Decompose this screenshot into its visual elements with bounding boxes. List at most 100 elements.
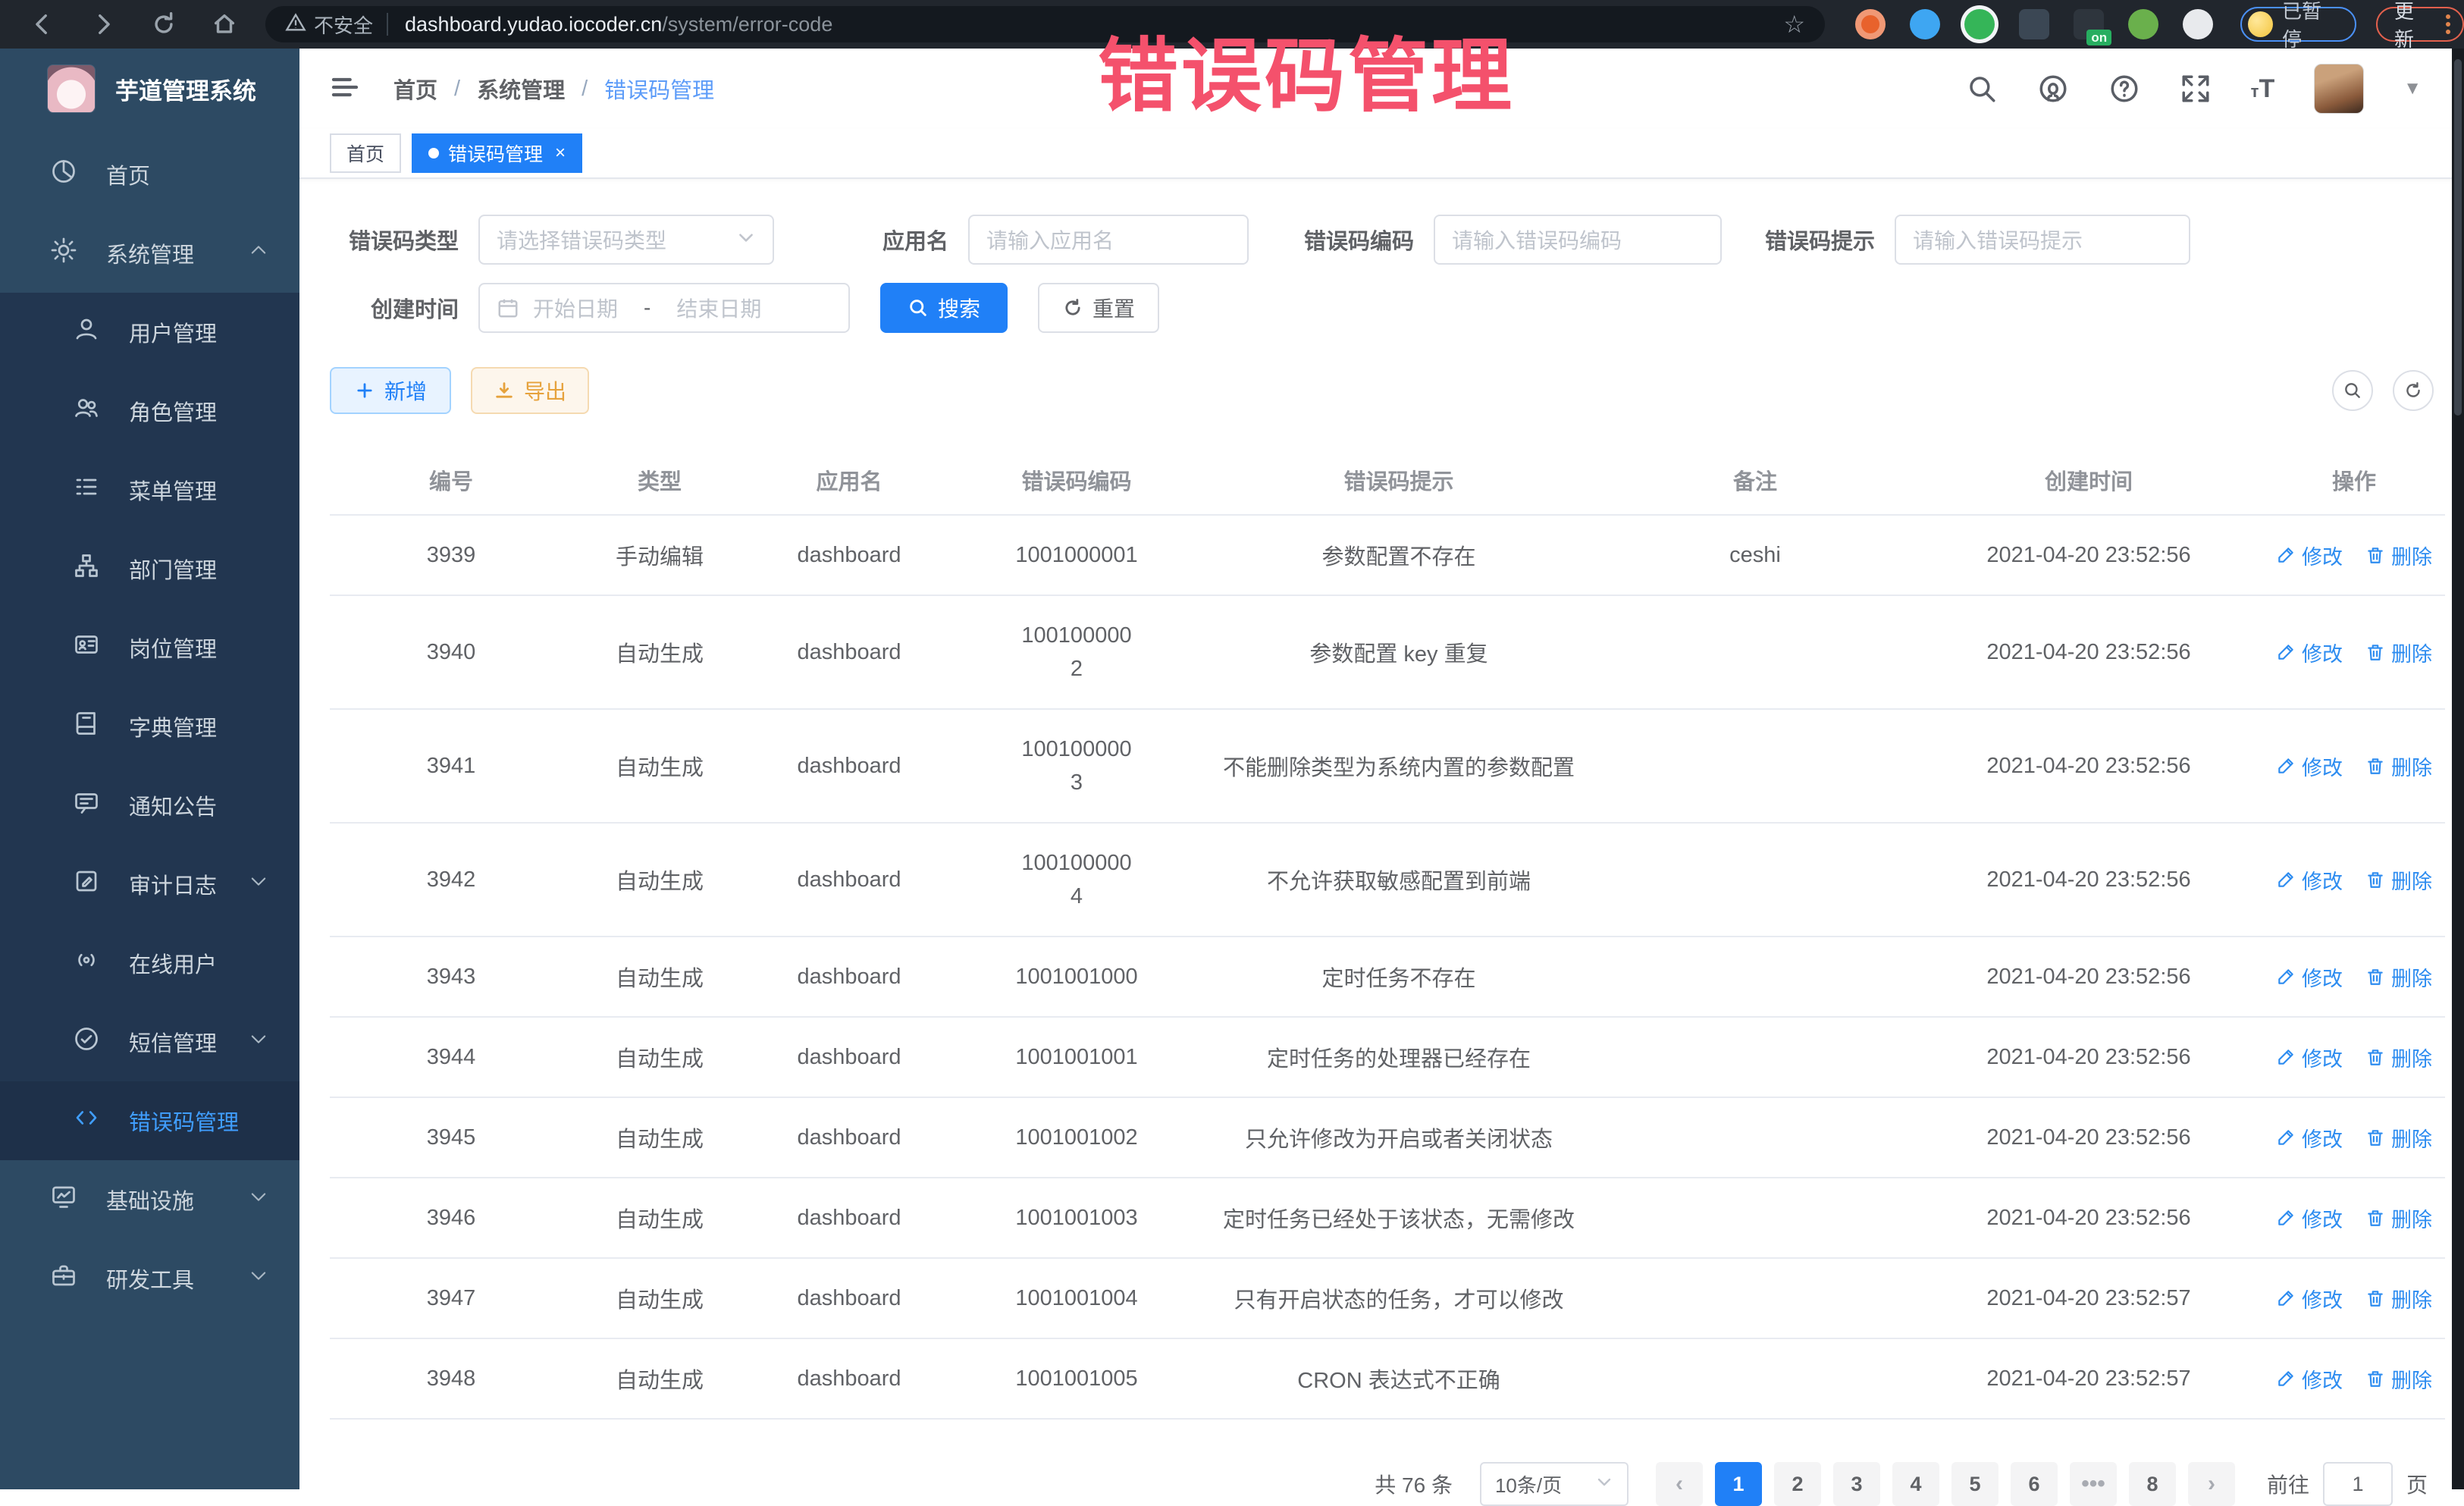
search-icon[interactable] xyxy=(1966,73,1998,105)
address-bar[interactable]: 不安全 dashboard.yudao.iocoder.cn /system/e… xyxy=(265,6,1825,42)
prev-page-button[interactable]: ‹ xyxy=(1656,1462,1703,1506)
refresh-table-button[interactable] xyxy=(2393,370,2434,411)
sidebar-item-审计日志[interactable]: 审计日志 xyxy=(0,845,299,924)
delete-link[interactable]: 删除 xyxy=(2365,1284,2432,1313)
extension-puzzle-icon[interactable] xyxy=(2183,9,2213,39)
address-divider xyxy=(387,13,388,36)
sidebar-item-岗位管理[interactable]: 岗位管理 xyxy=(0,608,299,687)
calendar-icon xyxy=(497,296,519,319)
delete-link[interactable]: 删除 xyxy=(2365,962,2432,992)
cell-tip: 定时任务不存在 xyxy=(1202,937,1596,1017)
help-icon[interactable] xyxy=(2108,73,2140,105)
error-code-input[interactable]: 请输入错误码编码 xyxy=(1434,215,1722,265)
edit-link[interactable]: 修改 xyxy=(2276,962,2343,992)
font-size-icon[interactable]: тT xyxy=(2251,74,2275,104)
search-icon xyxy=(2343,381,2362,400)
page-button-1[interactable]: 1 xyxy=(1715,1462,1762,1506)
error-type-select[interactable]: 请选择错误码类型 xyxy=(478,215,774,265)
page-size-select[interactable]: 10条/页 xyxy=(1480,1462,1629,1506)
user-avatar[interactable] xyxy=(2314,64,2364,114)
extension-person-icon[interactable] xyxy=(2128,9,2158,39)
paused-extension-pill[interactable]: 已暂停 xyxy=(2240,7,2356,42)
bookmark-star-icon[interactable]: ☆ xyxy=(1783,10,1805,39)
edit-link[interactable]: 修改 xyxy=(2276,541,2343,570)
extension-gem-icon[interactable] xyxy=(1910,9,1940,39)
browser-update-button[interactable]: 更新 xyxy=(2376,7,2464,42)
home-icon[interactable] xyxy=(211,11,238,38)
sidebar-item-研发工具[interactable]: 研发工具 xyxy=(0,1239,299,1318)
sidebar-item-短信管理[interactable]: 短信管理 xyxy=(0,1002,299,1081)
cell-type: 自动生成 xyxy=(572,1017,747,1097)
reload-icon[interactable] xyxy=(150,11,177,38)
extension-grid-icon[interactable] xyxy=(2019,9,2049,39)
next-page-button[interactable]: › xyxy=(2188,1462,2235,1506)
more-pages-button[interactable]: ••• xyxy=(2070,1462,2117,1506)
back-icon[interactable] xyxy=(29,11,56,38)
delete-link[interactable]: 删除 xyxy=(2365,751,2432,781)
goto-page-input[interactable] xyxy=(2323,1462,2393,1506)
cell-tip: 不允许获取敏感配置到前端 xyxy=(1202,823,1596,937)
delete-link[interactable]: 删除 xyxy=(2365,638,2432,667)
sidebar-item-首页[interactable]: 首页 xyxy=(0,135,299,214)
browser-menu-icon[interactable] xyxy=(2446,14,2450,34)
page-button-5[interactable]: 5 xyxy=(1951,1462,1998,1506)
filter-row-2: 创建时间 开始日期 - 结束日期 搜索 重置 xyxy=(330,282,2434,334)
page-button-4[interactable]: 4 xyxy=(1892,1462,1939,1506)
delete-link[interactable]: 删除 xyxy=(2365,541,2432,570)
search-button[interactable]: 搜索 xyxy=(880,283,1008,333)
sidebar-item-角色管理[interactable]: 角色管理 xyxy=(0,372,299,450)
page-button-3[interactable]: 3 xyxy=(1833,1462,1880,1506)
sidebar-item-label: 岗位管理 xyxy=(129,632,217,664)
breadcrumb-item[interactable]: 首页 xyxy=(393,73,437,105)
avatar-caret-icon[interactable]: ▼ xyxy=(2403,78,2422,99)
sidebar-item-用户管理[interactable]: 用户管理 xyxy=(0,293,299,372)
edit-link[interactable]: 修改 xyxy=(2276,1043,2343,1072)
page-button-2[interactable]: 2 xyxy=(1774,1462,1821,1506)
edit-link[interactable]: 修改 xyxy=(2276,865,2343,895)
reset-button[interactable]: 重置 xyxy=(1038,283,1159,333)
toggle-search-button[interactable] xyxy=(2332,370,2373,411)
table-row: 3947自动生成dashboard1001001004只有开启状态的任务，才可以… xyxy=(330,1258,2445,1338)
edit-link[interactable]: 修改 xyxy=(2276,638,2343,667)
tag-错误码管理[interactable]: 错误码管理× xyxy=(412,133,582,173)
forward-icon[interactable] xyxy=(89,11,117,38)
github-icon[interactable] xyxy=(2037,73,2069,105)
edit-link[interactable]: 修改 xyxy=(2276,751,2343,781)
sidebar-item-基础设施[interactable]: 基础设施 xyxy=(0,1160,299,1239)
sidebar-item-在线用户[interactable]: 在线用户 xyxy=(0,924,299,1002)
page-scrollbar[interactable] xyxy=(2452,49,2464,1489)
close-tag-icon[interactable]: × xyxy=(555,143,566,164)
sidebar-item-系统管理[interactable]: 系统管理 xyxy=(0,214,299,293)
date-range-picker[interactable]: 开始日期 - 结束日期 xyxy=(478,283,850,333)
edit-link[interactable]: 修改 xyxy=(2276,1364,2343,1394)
sidebar-item-通知公告[interactable]: 通知公告 xyxy=(0,766,299,845)
delete-link[interactable]: 删除 xyxy=(2365,1203,2432,1233)
sidebar-item-菜单管理[interactable]: 菜单管理 xyxy=(0,450,299,529)
delete-link[interactable]: 删除 xyxy=(2365,1364,2432,1394)
emoji-face-icon xyxy=(2248,11,2273,37)
scrollbar-thumb[interactable] xyxy=(2454,59,2462,416)
edit-link[interactable]: 修改 xyxy=(2276,1123,2343,1153)
fullscreen-icon[interactable] xyxy=(2180,73,2212,105)
extension-green-y-icon[interactable] xyxy=(1964,9,1995,39)
export-button[interactable]: 导出 xyxy=(471,367,589,414)
sidebar-item-部门管理[interactable]: 部门管理 xyxy=(0,529,299,608)
breadcrumb-item[interactable]: 系统管理 xyxy=(477,73,565,105)
extension-list-on-icon[interactable]: on xyxy=(2074,9,2104,39)
sidebar-item-错误码管理[interactable]: 错误码管理 xyxy=(0,1081,299,1160)
delete-link[interactable]: 删除 xyxy=(2365,1043,2432,1072)
error-tip-input[interactable]: 请输入错误码提示 xyxy=(1895,215,2190,265)
app-logo-row[interactable]: 芋道管理系统 xyxy=(0,49,299,129)
app-name-input[interactable]: 请输入应用名 xyxy=(968,215,1249,265)
edit-link[interactable]: 修改 xyxy=(2276,1203,2343,1233)
tag-首页[interactable]: 首页 xyxy=(330,133,401,173)
delete-link[interactable]: 删除 xyxy=(2365,865,2432,895)
extension-orange-icon[interactable] xyxy=(1855,9,1886,39)
page-button-8[interactable]: 8 xyxy=(2129,1462,2176,1506)
delete-link[interactable]: 删除 xyxy=(2365,1123,2432,1153)
add-button[interactable]: 新增 xyxy=(330,367,451,414)
sidebar-item-字典管理[interactable]: 字典管理 xyxy=(0,687,299,766)
hamburger-icon[interactable] xyxy=(330,72,360,106)
page-button-6[interactable]: 6 xyxy=(2011,1462,2058,1506)
edit-link[interactable]: 修改 xyxy=(2276,1284,2343,1313)
